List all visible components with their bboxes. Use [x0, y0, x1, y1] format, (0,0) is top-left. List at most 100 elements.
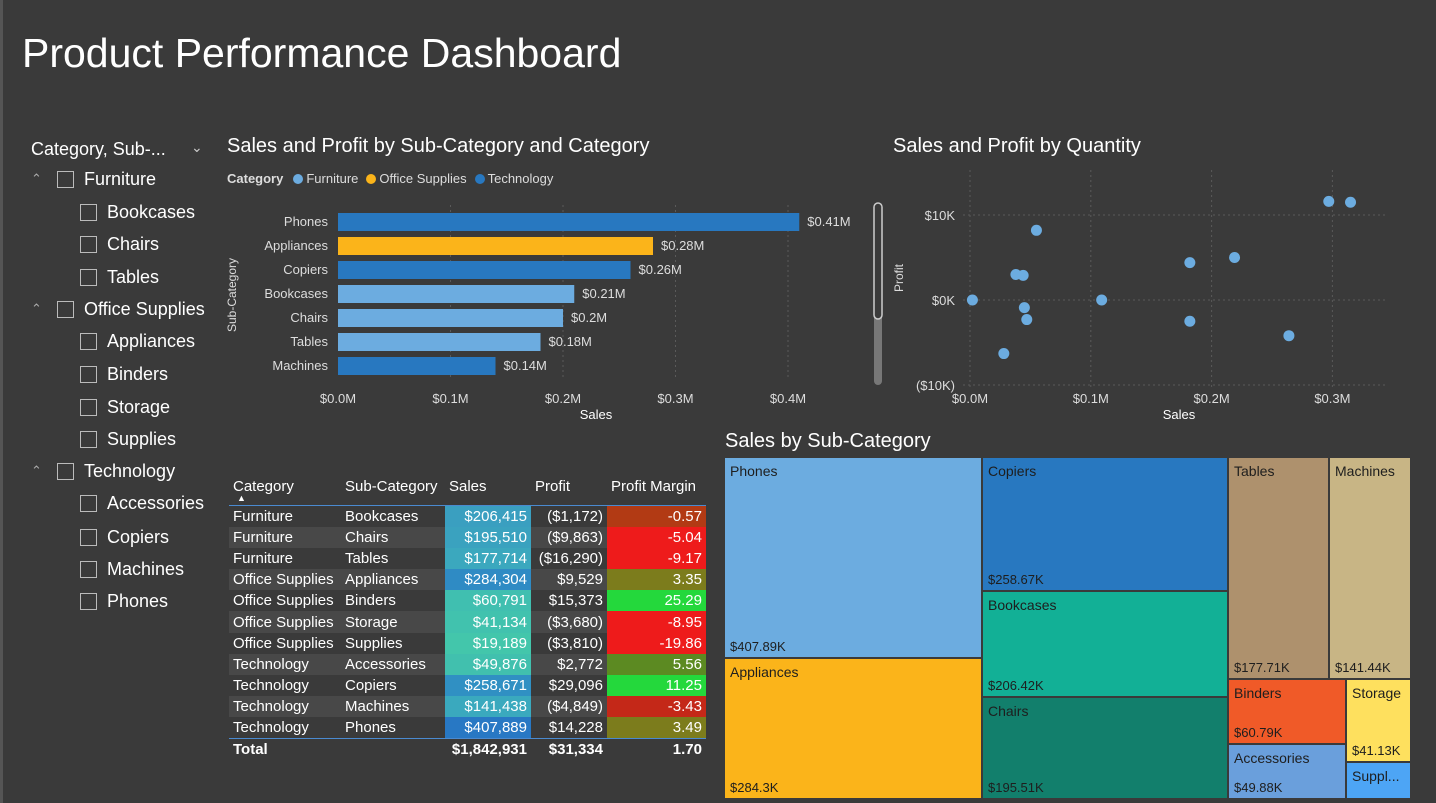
chevron-up-icon[interactable]: ⌃ [31, 301, 49, 317]
treemap-cell-storage[interactable]: Storage $41.13K [1346, 679, 1411, 762]
slicer-item-label: Phones [107, 590, 169, 611]
treemap-cell-bookcases[interactable]: Bookcases $206.42K [982, 591, 1228, 697]
treemap-cell-machines[interactable]: Machines $141.44K [1329, 457, 1411, 679]
slicer-item-chairs[interactable]: Chairs [80, 232, 159, 256]
scatter-point[interactable] [1030, 224, 1042, 236]
table-cell-category: Furniture [233, 528, 294, 546]
treemap-cell-binders[interactable]: Binders $60.79K [1228, 679, 1346, 744]
table-cell-profit-margin: -19.86 [607, 632, 706, 654]
legend-item-technology[interactable]: Technology [474, 171, 553, 186]
slicer-item-tables[interactable]: Tables [80, 265, 159, 289]
slicer-item-machines[interactable]: Machines [80, 557, 184, 581]
bar-appliances[interactable] [338, 237, 653, 255]
data-label: $0.18M [549, 334, 592, 349]
checkbox[interactable] [57, 170, 74, 188]
checkbox[interactable] [80, 203, 97, 221]
treemap-cell-phones[interactable]: Phones $407.89K [724, 457, 982, 658]
table-row: Technology Phones $407,889 $14,228 3.49 [229, 717, 706, 739]
scatter-point[interactable] [1345, 196, 1357, 208]
checkbox[interactable] [57, 300, 74, 318]
slicer-item-phones[interactable]: Phones [80, 589, 168, 613]
legend-item-furniture[interactable]: Furniture [293, 171, 358, 186]
slicer-item-bookcases[interactable]: Bookcases [80, 200, 195, 224]
table-cell-sub-category: Supplies [345, 634, 403, 652]
legend-dot [293, 173, 304, 184]
scatter-point[interactable] [1017, 269, 1029, 281]
chevron-up-icon[interactable]: ⌃ [31, 171, 49, 187]
table-cell-profit: $2,772 [557, 655, 603, 673]
scatter-point[interactable] [1184, 257, 1196, 269]
scatter-point[interactable] [998, 348, 1010, 360]
total-cell: $1,842,931 [451, 740, 527, 758]
scatter-point[interactable] [1229, 252, 1241, 263]
treemap-cell-suppl[interactable]: Suppl... [1346, 762, 1411, 799]
slicer-group-furniture[interactable]: ⌃ Furniture [31, 167, 156, 191]
scatter-point[interactable] [1323, 195, 1335, 207]
checkbox[interactable] [80, 365, 97, 383]
x-tick-label: $0.3M [657, 391, 693, 406]
scatter-point[interactable] [1021, 314, 1033, 326]
scatter-chart-title: Sales and Profit by Quantity [893, 135, 1141, 157]
checkbox[interactable] [80, 398, 97, 416]
scatter-point[interactable] [1283, 330, 1295, 342]
bar-machines[interactable] [338, 357, 496, 375]
table-cell-category: Office Supplies [233, 634, 334, 652]
legend-item-office-supplies[interactable]: Office Supplies [366, 171, 467, 186]
scatter-point[interactable] [1096, 294, 1108, 306]
bar-tables[interactable] [338, 333, 541, 351]
scatter-point[interactable] [1184, 315, 1196, 327]
table-cell-category: Office Supplies [233, 571, 334, 589]
slicer-item-accessories[interactable]: Accessories [80, 491, 204, 515]
checkbox[interactable] [80, 235, 97, 253]
total-cell [341, 739, 445, 760]
checkbox[interactable] [80, 268, 97, 286]
slicer-group-technology[interactable]: ⌃ Technology [31, 459, 175, 483]
scatter-point[interactable] [966, 294, 978, 306]
chevron-up-icon[interactable]: ⌃ [31, 463, 49, 479]
table-cell-category: Technology [233, 719, 309, 737]
column-header-category[interactable]: Category ▲ [229, 474, 341, 506]
y-tick-label: ($10K) [916, 378, 955, 393]
bar-phones[interactable] [338, 213, 800, 231]
checkbox[interactable] [80, 332, 97, 350]
table-cell-profit-margin: 11.25 [607, 675, 706, 697]
slicer-item-binders[interactable]: Binders [80, 362, 168, 386]
treemap-cell-copiers[interactable]: Copiers $258.67K [982, 457, 1228, 591]
slicer-item-label: Tables [107, 266, 160, 287]
slicer-item-supplies[interactable]: Supplies [80, 427, 176, 451]
slicer-item-appliances[interactable]: Appliances [80, 329, 195, 353]
treemap-cell-accessories[interactable]: Accessories $49.88K [1228, 744, 1346, 799]
checkbox[interactable] [80, 592, 97, 610]
slicer-item-storage[interactable]: Storage [80, 395, 170, 419]
data-table: Category ▲ Sub-Category Sales Profit Profit M… [229, 474, 706, 760]
checkbox[interactable] [80, 430, 97, 448]
slicer-item-copiers[interactable]: Copiers [80, 525, 169, 549]
checkbox[interactable] [57, 462, 74, 480]
treemap-cell-chairs[interactable]: Chairs $195.51K [982, 697, 1228, 799]
slicer-item-label: Accessories [107, 492, 205, 513]
column-header-sub-category[interactable]: Sub-Category [341, 474, 445, 506]
chevron-down-icon[interactable]: ⌄ [191, 139, 203, 156]
scrollbar-thumb[interactable] [873, 202, 883, 320]
table-cell-profit-margin: -0.57 [607, 505, 706, 527]
scatter-point[interactable] [1018, 302, 1030, 314]
bar-bookcases[interactable] [338, 285, 575, 303]
checkbox[interactable] [80, 528, 97, 546]
column-header-profit-margin[interactable]: Profit Margin [607, 474, 706, 506]
table-cell-sub-category: Storage [345, 613, 398, 631]
treemap-cell-tables[interactable]: Tables $177.71K [1228, 457, 1329, 679]
legend-title: Category [227, 171, 284, 186]
slicer-group-label: Office Supplies [84, 298, 205, 319]
window-edge [0, 0, 3, 803]
bar-copiers[interactable] [338, 261, 631, 279]
column-header-profit[interactable]: Profit [531, 474, 607, 506]
slicer-group-office-supplies[interactable]: ⌃ Office Supplies [31, 297, 205, 321]
bar-chairs[interactable] [338, 309, 563, 327]
sort-ascending-icon[interactable]: ▲ [237, 493, 337, 503]
treemap-cell-appliances[interactable]: Appliances $284.3K [724, 658, 982, 799]
checkbox[interactable] [80, 560, 97, 578]
table-cell-category: Technology [233, 677, 309, 695]
column-header-sales[interactable]: Sales [445, 474, 531, 506]
checkbox[interactable] [80, 494, 97, 512]
slicer-header[interactable]: Category, Sub-... ⌄ [31, 139, 211, 163]
